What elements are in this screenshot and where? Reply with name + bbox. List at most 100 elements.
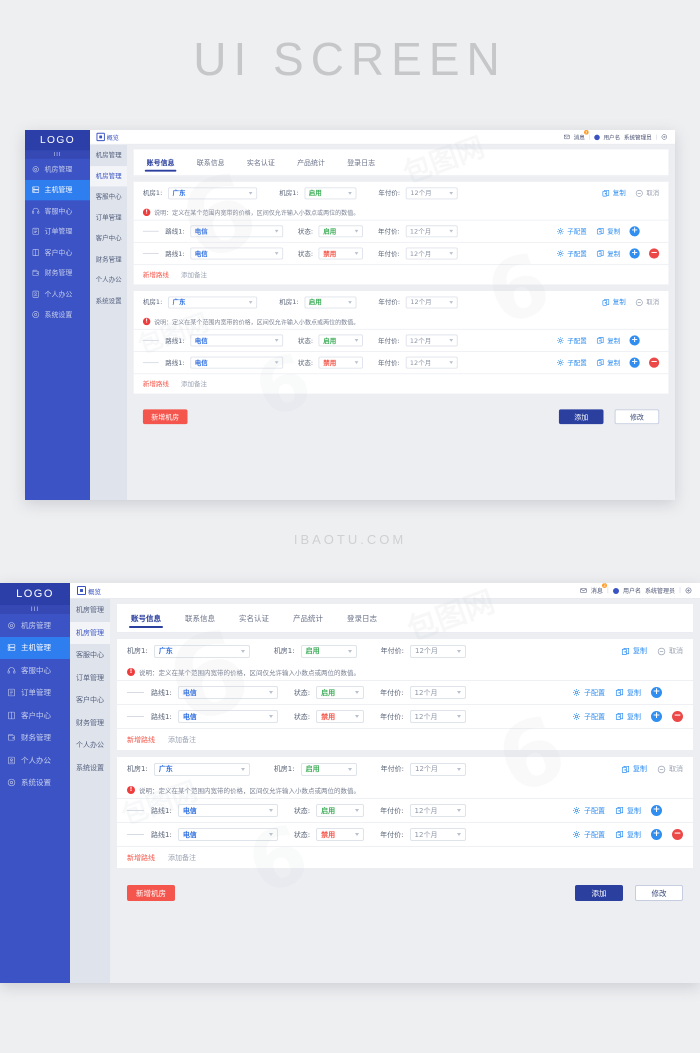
sub-config-button[interactable]: 子配置: [556, 249, 587, 258]
status-select[interactable]: 禁用: [316, 828, 365, 841]
sidebar-item-7[interactable]: 系统设置: [25, 304, 90, 325]
sub-config-button[interactable]: 子配置: [556, 358, 587, 367]
submenu-item-5[interactable]: 财务管理: [90, 249, 127, 270]
remove-row-button[interactable]: −: [672, 711, 683, 722]
add-row-button[interactable]: +: [629, 248, 640, 259]
cancel-button[interactable]: 取消: [635, 297, 659, 306]
user-name[interactable]: 用户名: [623, 586, 641, 595]
breadcrumb[interactable]: 概览: [77, 586, 101, 596]
modify-button[interactable]: 修改: [614, 409, 660, 425]
submenu-item-6[interactable]: 个人办公: [70, 734, 110, 757]
add-row-button[interactable]: +: [629, 335, 640, 346]
enable-select[interactable]: 启用: [300, 762, 357, 776]
copy-button[interactable]: 复制: [596, 358, 620, 367]
status-select[interactable]: 启用: [316, 804, 365, 817]
route-select[interactable]: 电信: [177, 828, 278, 841]
submenu-item-3[interactable]: 订单管理: [90, 207, 127, 228]
add-row-button[interactable]: +: [629, 357, 640, 368]
price-select[interactable]: 12个月: [405, 296, 458, 309]
sub-config-button[interactable]: 子配置: [572, 688, 605, 698]
copy-button[interactable]: 复制: [615, 688, 641, 698]
submenu-item-0[interactable]: 机房管理: [90, 145, 127, 166]
tab-1[interactable]: 联系信息: [197, 149, 225, 175]
tab-3[interactable]: 产品统计: [297, 149, 325, 175]
tab-1[interactable]: 联系信息: [185, 604, 215, 632]
enable-select[interactable]: 启用: [300, 644, 357, 658]
status-select[interactable]: 启用: [316, 686, 365, 699]
add-row-button[interactable]: +: [651, 687, 662, 698]
add-row-button[interactable]: +: [651, 805, 662, 816]
price-select[interactable]: 12个月: [409, 762, 466, 776]
add-room-button[interactable]: 新增机房: [142, 409, 188, 425]
sidebar-item-4[interactable]: 客户中心: [25, 242, 90, 263]
status-select[interactable]: 启用: [318, 225, 364, 238]
enable-select[interactable]: 启用: [304, 186, 357, 199]
cancel-button[interactable]: 取消: [635, 188, 659, 197]
submenu-item-7[interactable]: 系统设置: [70, 757, 110, 780]
status-select[interactable]: 启用: [318, 334, 364, 347]
submenu-item-3[interactable]: 订单管理: [70, 667, 110, 690]
sidebar-item-6[interactable]: 个人办公: [0, 749, 70, 772]
submenu-item-4[interactable]: 客户中心: [70, 689, 110, 712]
add-room-button[interactable]: 新增机房: [127, 885, 175, 901]
route-select[interactable]: 电信: [177, 710, 278, 723]
add-note-link[interactable]: 添加备注: [165, 735, 196, 763]
sidebar-item-3[interactable]: 订单管理: [25, 221, 90, 242]
add-note-link[interactable]: 添加备注: [178, 270, 207, 296]
submenu-item-4[interactable]: 客户中心: [90, 228, 127, 249]
room-select[interactable]: 广东: [167, 296, 257, 309]
add-route-link[interactable]: 新增路线: [143, 379, 169, 388]
route-price-select[interactable]: 12个月: [405, 247, 458, 260]
sidebar-item-0[interactable]: 机房管理: [0, 614, 70, 637]
sidebar-item-6[interactable]: 个人办公: [25, 284, 90, 305]
tab-3[interactable]: 产品统计: [293, 604, 323, 632]
sidebar-item-5[interactable]: 财务管理: [0, 727, 70, 750]
route-price-select[interactable]: 12个月: [409, 686, 466, 699]
modify-button[interactable]: 修改: [635, 885, 683, 901]
copy-button[interactable]: 复制: [615, 830, 641, 840]
tab-0[interactable]: 账号信息: [144, 149, 177, 175]
submit-button[interactable]: 添加: [558, 409, 604, 425]
copy-button[interactable]: 复制: [596, 249, 620, 258]
submenu-item-1[interactable]: 机房管理: [70, 621, 110, 644]
route-price-select[interactable]: 12个月: [409, 804, 466, 817]
route-price-select[interactable]: 12个月: [409, 828, 466, 841]
cancel-button[interactable]: 取消: [657, 764, 683, 774]
price-select[interactable]: 12个月: [405, 186, 458, 199]
route-select[interactable]: 电信: [177, 686, 278, 699]
status-select[interactable]: 禁用: [316, 710, 365, 723]
sub-config-button[interactable]: 子配置: [572, 712, 605, 722]
breadcrumb[interactable]: 概览: [96, 132, 119, 142]
route-select[interactable]: 电信: [190, 247, 283, 260]
tab-0[interactable]: 账号信息: [129, 604, 163, 632]
sidebar-item-4[interactable]: 客户中心: [0, 704, 70, 727]
status-select[interactable]: 禁用: [318, 247, 364, 260]
add-row-button[interactable]: +: [651, 829, 662, 840]
submenu-item-1[interactable]: 机房管理: [89, 165, 128, 187]
copy-button[interactable]: 复制: [621, 764, 647, 774]
add-route-link[interactable]: 新增路线: [127, 853, 155, 863]
message-link[interactable]: 消息 3: [574, 130, 589, 141]
sidebar-item-2[interactable]: 客服中心: [25, 200, 90, 221]
price-select[interactable]: 12个月: [409, 644, 466, 658]
message-link[interactable]: 消息 3: [591, 583, 607, 595]
submenu-item-6[interactable]: 个人办公: [90, 270, 127, 291]
add-note-link[interactable]: 添加备注: [165, 853, 196, 881]
submenu-item-5[interactable]: 财务管理: [70, 712, 110, 735]
sidebar-item-5[interactable]: 财务管理: [25, 263, 90, 284]
tab-4[interactable]: 登录日志: [347, 149, 375, 175]
sub-config-button[interactable]: 子配置: [556, 336, 587, 345]
copy-button[interactable]: 复制: [596, 227, 620, 236]
sidebar-item-3[interactable]: 订单管理: [0, 682, 70, 705]
room-select[interactable]: 广东: [153, 762, 250, 776]
sub-config-button[interactable]: 子配置: [572, 806, 605, 816]
sidebar-item-7[interactable]: 系统设置: [0, 772, 70, 795]
route-select[interactable]: 电信: [177, 804, 278, 817]
sidebar-item-1[interactable]: 主机管理: [25, 179, 90, 201]
remove-row-button[interactable]: −: [672, 829, 683, 840]
room-select[interactable]: 广东: [153, 644, 250, 658]
sub-config-button[interactable]: 子配置: [572, 830, 605, 840]
enable-select[interactable]: 启用: [304, 296, 357, 309]
route-price-select[interactable]: 12个月: [405, 356, 458, 369]
add-route-link[interactable]: 新增路线: [143, 270, 169, 279]
